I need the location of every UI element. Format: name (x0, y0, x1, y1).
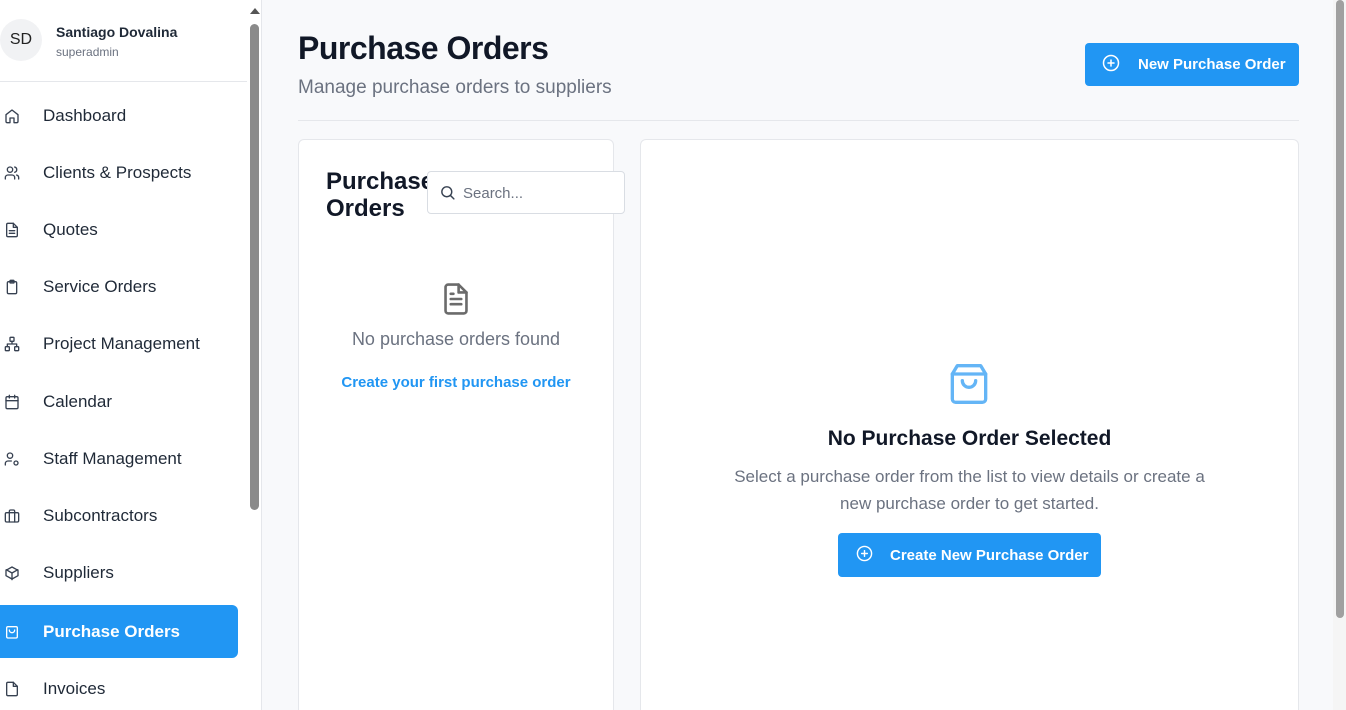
page-scrollbar[interactable] (1333, 0, 1346, 710)
sidebar: SD Santiago Dovalina superadmin Dashboar… (0, 0, 262, 710)
package-icon (4, 565, 20, 581)
purchase-order-detail-panel: No Purchase Order Selected Select a purc… (640, 139, 1299, 710)
sidebar-scrollbar[interactable] (248, 0, 261, 710)
users-icon (4, 165, 20, 181)
sidebar-item-dashboard[interactable]: Dashboard (0, 89, 238, 142)
sidebar-item-label: Service Orders (43, 276, 157, 296)
search-input[interactable] (463, 182, 613, 204)
plus-circle-icon (1102, 54, 1120, 76)
create-first-purchase-order-link[interactable]: Create your first purchase order (299, 374, 613, 391)
page-subtitle: Manage purchase orders to suppliers (298, 77, 612, 98)
create-new-purchase-order-label: Create New Purchase Order (890, 546, 1089, 564)
shopping-bag-icon (4, 624, 20, 640)
shopping-bag-icon (949, 362, 989, 411)
purchase-order-list-panel: Purchase Orders No purchase orders found… (298, 139, 625, 710)
user-name: Santiago Dovalina (56, 24, 178, 40)
sidebar-item-service-orders[interactable]: Service Orders (0, 260, 238, 313)
briefcase-icon (4, 508, 20, 524)
sidebar-item-quotes[interactable]: Quotes (0, 203, 238, 256)
sidebar-item-label: Quotes (43, 219, 98, 239)
page-scroll-thumb[interactable] (1336, 0, 1344, 618)
sidebar-item-staff-management[interactable]: Staff Management (0, 432, 238, 485)
sidebar-item-project-management[interactable]: Project Management (0, 317, 238, 370)
sitemap-icon (4, 336, 20, 352)
avatar: SD (0, 19, 42, 61)
empty-detail-description: Select a purchase order from the list to… (734, 467, 1205, 513)
sidebar-item-purchase-orders[interactable]: Purchase Orders (0, 605, 238, 658)
empty-list-text: No purchase orders found (351, 329, 561, 349)
sidebar-item-calendar[interactable]: Calendar (0, 375, 238, 428)
page-title: Purchase Orders (298, 30, 549, 66)
file-icon (4, 681, 20, 697)
sidebar-item-suppliers[interactable]: Suppliers (0, 546, 238, 599)
list-title: Purchase Orders (326, 168, 435, 222)
user-cog-icon (4, 451, 20, 467)
clipboard-icon (4, 279, 20, 295)
calendar-icon (4, 394, 20, 410)
sidebar-item-label: Staff Management (43, 448, 182, 468)
create-new-purchase-order-button[interactable]: Create New Purchase Order (838, 533, 1101, 577)
sidebar-item-label: Calendar (43, 391, 112, 411)
search-box[interactable] (427, 171, 625, 214)
new-purchase-order-button[interactable]: New Purchase Order (1085, 43, 1299, 86)
header-divider (298, 120, 1299, 121)
sidebar-scroll-thumb[interactable] (250, 24, 259, 510)
empty-detail-title: No Purchase Order Selected (827, 427, 1112, 450)
sidebar-item-label: Dashboard (43, 105, 127, 125)
sidebar-item-invoices[interactable]: Invoices (0, 662, 238, 710)
sidebar-item-label: Suppliers (43, 562, 114, 582)
user-profile[interactable]: SD Santiago Dovalina superadmin (0, 0, 247, 82)
main-content: Purchase Orders Manage purchase orders t… (263, 0, 1333, 710)
sidebar-item-label: Invoices (43, 678, 106, 698)
scroll-up-arrow-icon[interactable] (250, 8, 260, 14)
plus-circle-icon (856, 545, 873, 566)
new-purchase-order-label: New Purchase Order (1138, 56, 1286, 73)
document-icon (440, 282, 472, 321)
user-role: superadmin (56, 45, 119, 59)
sidebar-item-label: Subcontractors (43, 505, 158, 525)
sidebar-item-subcontractors[interactable]: Subcontractors (0, 489, 238, 542)
sidebar-item-label: Project Management (43, 333, 200, 353)
file-text-icon (4, 222, 20, 238)
sidebar-item-label: Clients & Prospects (43, 162, 192, 182)
sidebar-item-label: Purchase Orders (43, 621, 181, 641)
sidebar-item-clients[interactable]: Clients & Prospects (0, 146, 238, 199)
search-icon (439, 184, 456, 206)
home-icon (4, 108, 20, 124)
